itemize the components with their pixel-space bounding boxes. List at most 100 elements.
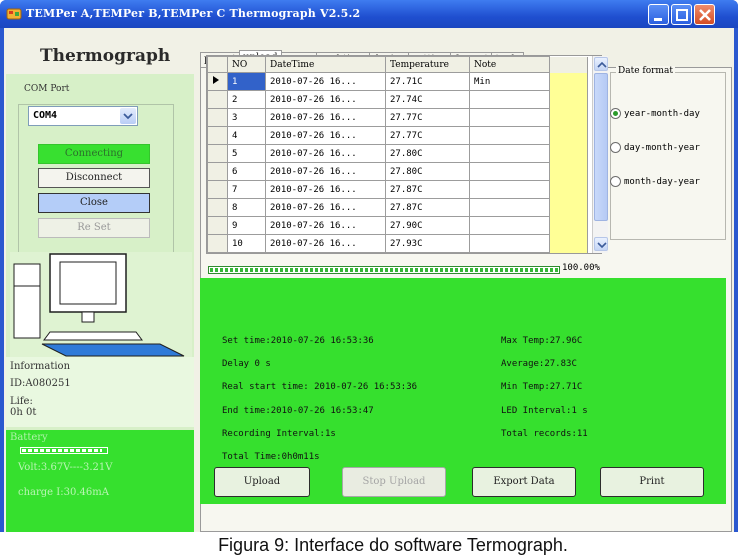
row-indicator[interactable] bbox=[207, 90, 228, 109]
table-row[interactable]: 6 2010-07-26 16... 27.80C bbox=[207, 162, 588, 181]
table-row[interactable]: 9 2010-07-26 16... 27.90C bbox=[207, 216, 588, 235]
cell-note[interactable] bbox=[469, 180, 550, 199]
table-row[interactable]: 10 2010-07-26 16... 27.93C bbox=[207, 234, 588, 253]
cell-datetime[interactable]: 2010-07-26 16... bbox=[265, 234, 386, 253]
upload-button[interactable]: Upload bbox=[214, 467, 310, 497]
print-button[interactable]: Print bbox=[600, 467, 704, 497]
cell-no[interactable]: 5 bbox=[227, 144, 266, 163]
radio-button[interactable] bbox=[610, 142, 621, 153]
led-interval: LED Interval:1 s bbox=[501, 406, 588, 416]
maximize-button[interactable] bbox=[671, 4, 692, 25]
table-row[interactable]: 2 2010-07-26 16... 27.74C bbox=[207, 90, 588, 109]
reset-button[interactable]: Re Set bbox=[38, 218, 150, 238]
cell-datetime[interactable]: 2010-07-26 16... bbox=[265, 162, 386, 181]
chevron-up-icon bbox=[597, 61, 607, 68]
radio-button[interactable] bbox=[610, 176, 621, 187]
cell-no[interactable]: 1 bbox=[227, 72, 266, 91]
table-row[interactable]: 8 2010-07-26 16... 27.87C bbox=[207, 198, 588, 217]
cell-datetime[interactable]: 2010-07-26 16... bbox=[265, 180, 386, 199]
cell-datetime[interactable]: 2010-07-26 16... bbox=[265, 144, 386, 163]
minimize-button[interactable] bbox=[648, 4, 669, 25]
cell-temperature[interactable]: 27.74C bbox=[385, 90, 470, 109]
cell-temperature[interactable]: 27.80C bbox=[385, 144, 470, 163]
cell-note[interactable] bbox=[469, 108, 550, 127]
table-row[interactable]: 1 2010-07-26 16... 27.71C Min bbox=[207, 72, 588, 91]
connecting-button[interactable]: Connecting bbox=[38, 144, 150, 164]
column-header-note[interactable]: Note bbox=[469, 56, 550, 73]
row-indicator[interactable] bbox=[207, 216, 228, 235]
scroll-thumb[interactable] bbox=[594, 73, 608, 221]
window-title: TEMPer A,TEMPer B,TEMPer C Thermograph V… bbox=[26, 7, 361, 20]
table-row[interactable]: 5 2010-07-26 16... 27.80C bbox=[207, 144, 588, 163]
battery-voltage: Volt:3.67V----3.21V bbox=[18, 462, 113, 473]
row-indicator[interactable] bbox=[207, 108, 228, 127]
grid-filler bbox=[549, 180, 588, 199]
cell-note[interactable] bbox=[469, 126, 550, 145]
cell-no[interactable]: 6 bbox=[227, 162, 266, 181]
cell-no[interactable]: 8 bbox=[227, 198, 266, 217]
cell-datetime[interactable]: 2010-07-26 16... bbox=[265, 216, 386, 235]
cell-temperature[interactable]: 27.87C bbox=[385, 198, 470, 217]
stop-upload-button[interactable]: Stop Upload bbox=[342, 467, 446, 497]
upload-progress-bar bbox=[208, 266, 560, 274]
close-window-button[interactable] bbox=[694, 4, 715, 25]
row-indicator[interactable] bbox=[207, 234, 228, 253]
cell-note[interactable] bbox=[469, 90, 550, 109]
row-indicator[interactable] bbox=[207, 72, 228, 91]
column-header-datetime[interactable]: DateTime bbox=[265, 56, 386, 73]
cell-note[interactable] bbox=[469, 144, 550, 163]
row-indicator[interactable] bbox=[207, 180, 228, 199]
scroll-up-button[interactable] bbox=[594, 57, 608, 71]
cell-datetime[interactable]: 2010-07-26 16... bbox=[265, 108, 386, 127]
cell-temperature[interactable]: 27.77C bbox=[385, 108, 470, 127]
cell-temperature[interactable]: 27.77C bbox=[385, 126, 470, 145]
date-format-option-day-month-year[interactable]: day-month-year bbox=[610, 142, 700, 153]
dropdown-button[interactable] bbox=[120, 108, 136, 124]
com-port-label: COM Port bbox=[22, 84, 72, 94]
disconnect-button[interactable]: Disconnect bbox=[38, 168, 150, 188]
row-indicator[interactable] bbox=[207, 162, 228, 181]
com-port-select[interactable]: COM4 bbox=[28, 106, 138, 126]
cell-no[interactable]: 10 bbox=[227, 234, 266, 253]
cell-note[interactable] bbox=[469, 162, 550, 181]
cell-datetime[interactable]: 2010-07-26 16... bbox=[265, 126, 386, 145]
row-indicator[interactable] bbox=[207, 126, 228, 145]
min-temp: Min Temp:27.71C bbox=[501, 382, 583, 392]
cell-no[interactable]: 4 bbox=[227, 126, 266, 145]
cell-no[interactable]: 9 bbox=[227, 216, 266, 235]
real-start-time: Real start time: 2010-07-26 16:53:36 bbox=[222, 382, 418, 392]
cell-temperature[interactable]: 27.90C bbox=[385, 216, 470, 235]
radio-button[interactable] bbox=[610, 108, 621, 119]
close-button[interactable]: Close bbox=[38, 193, 150, 213]
title-bar[interactable]: TEMPer A,TEMPer B,TEMPer C Thermograph V… bbox=[0, 0, 738, 28]
column-header-no[interactable]: NO bbox=[227, 56, 266, 73]
cell-datetime[interactable]: 2010-07-26 16... bbox=[265, 72, 386, 91]
table-row[interactable]: 4 2010-07-26 16... 27.77C bbox=[207, 126, 588, 145]
scroll-down-button[interactable] bbox=[594, 237, 608, 251]
column-header-temperature[interactable]: Temperature bbox=[385, 56, 470, 73]
data-grid[interactable]: NO DateTime Temperature Note 1 2010-07-26… bbox=[206, 55, 602, 254]
recording-interval: Recording Interval:1s bbox=[222, 429, 336, 439]
export-data-button[interactable]: Export Data bbox=[472, 467, 576, 497]
cell-note[interactable] bbox=[469, 198, 550, 217]
row-indicator[interactable] bbox=[207, 144, 228, 163]
cell-note[interactable] bbox=[469, 234, 550, 253]
grid-scrollbar[interactable] bbox=[592, 56, 608, 253]
cell-temperature[interactable]: 27.93C bbox=[385, 234, 470, 253]
cell-no[interactable]: 7 bbox=[227, 180, 266, 199]
computer-illustration bbox=[10, 252, 192, 360]
cell-note[interactable]: Min bbox=[469, 72, 550, 91]
table-row[interactable]: 3 2010-07-26 16... 27.77C bbox=[207, 108, 588, 127]
cell-temperature[interactable]: 27.80C bbox=[385, 162, 470, 181]
cell-no[interactable]: 3 bbox=[227, 108, 266, 127]
cell-temperature[interactable]: 27.87C bbox=[385, 180, 470, 199]
cell-datetime[interactable]: 2010-07-26 16... bbox=[265, 198, 386, 217]
row-indicator[interactable] bbox=[207, 198, 228, 217]
date-format-option-month-day-year[interactable]: month-day-year bbox=[610, 176, 700, 187]
cell-no[interactable]: 2 bbox=[227, 90, 266, 109]
cell-datetime[interactable]: 2010-07-26 16... bbox=[265, 90, 386, 109]
cell-note[interactable] bbox=[469, 216, 550, 235]
date-format-option-year-month-day[interactable]: year-month-day bbox=[610, 108, 700, 119]
cell-temperature[interactable]: 27.71C bbox=[385, 72, 470, 91]
table-row[interactable]: 7 2010-07-26 16... 27.87C bbox=[207, 180, 588, 199]
